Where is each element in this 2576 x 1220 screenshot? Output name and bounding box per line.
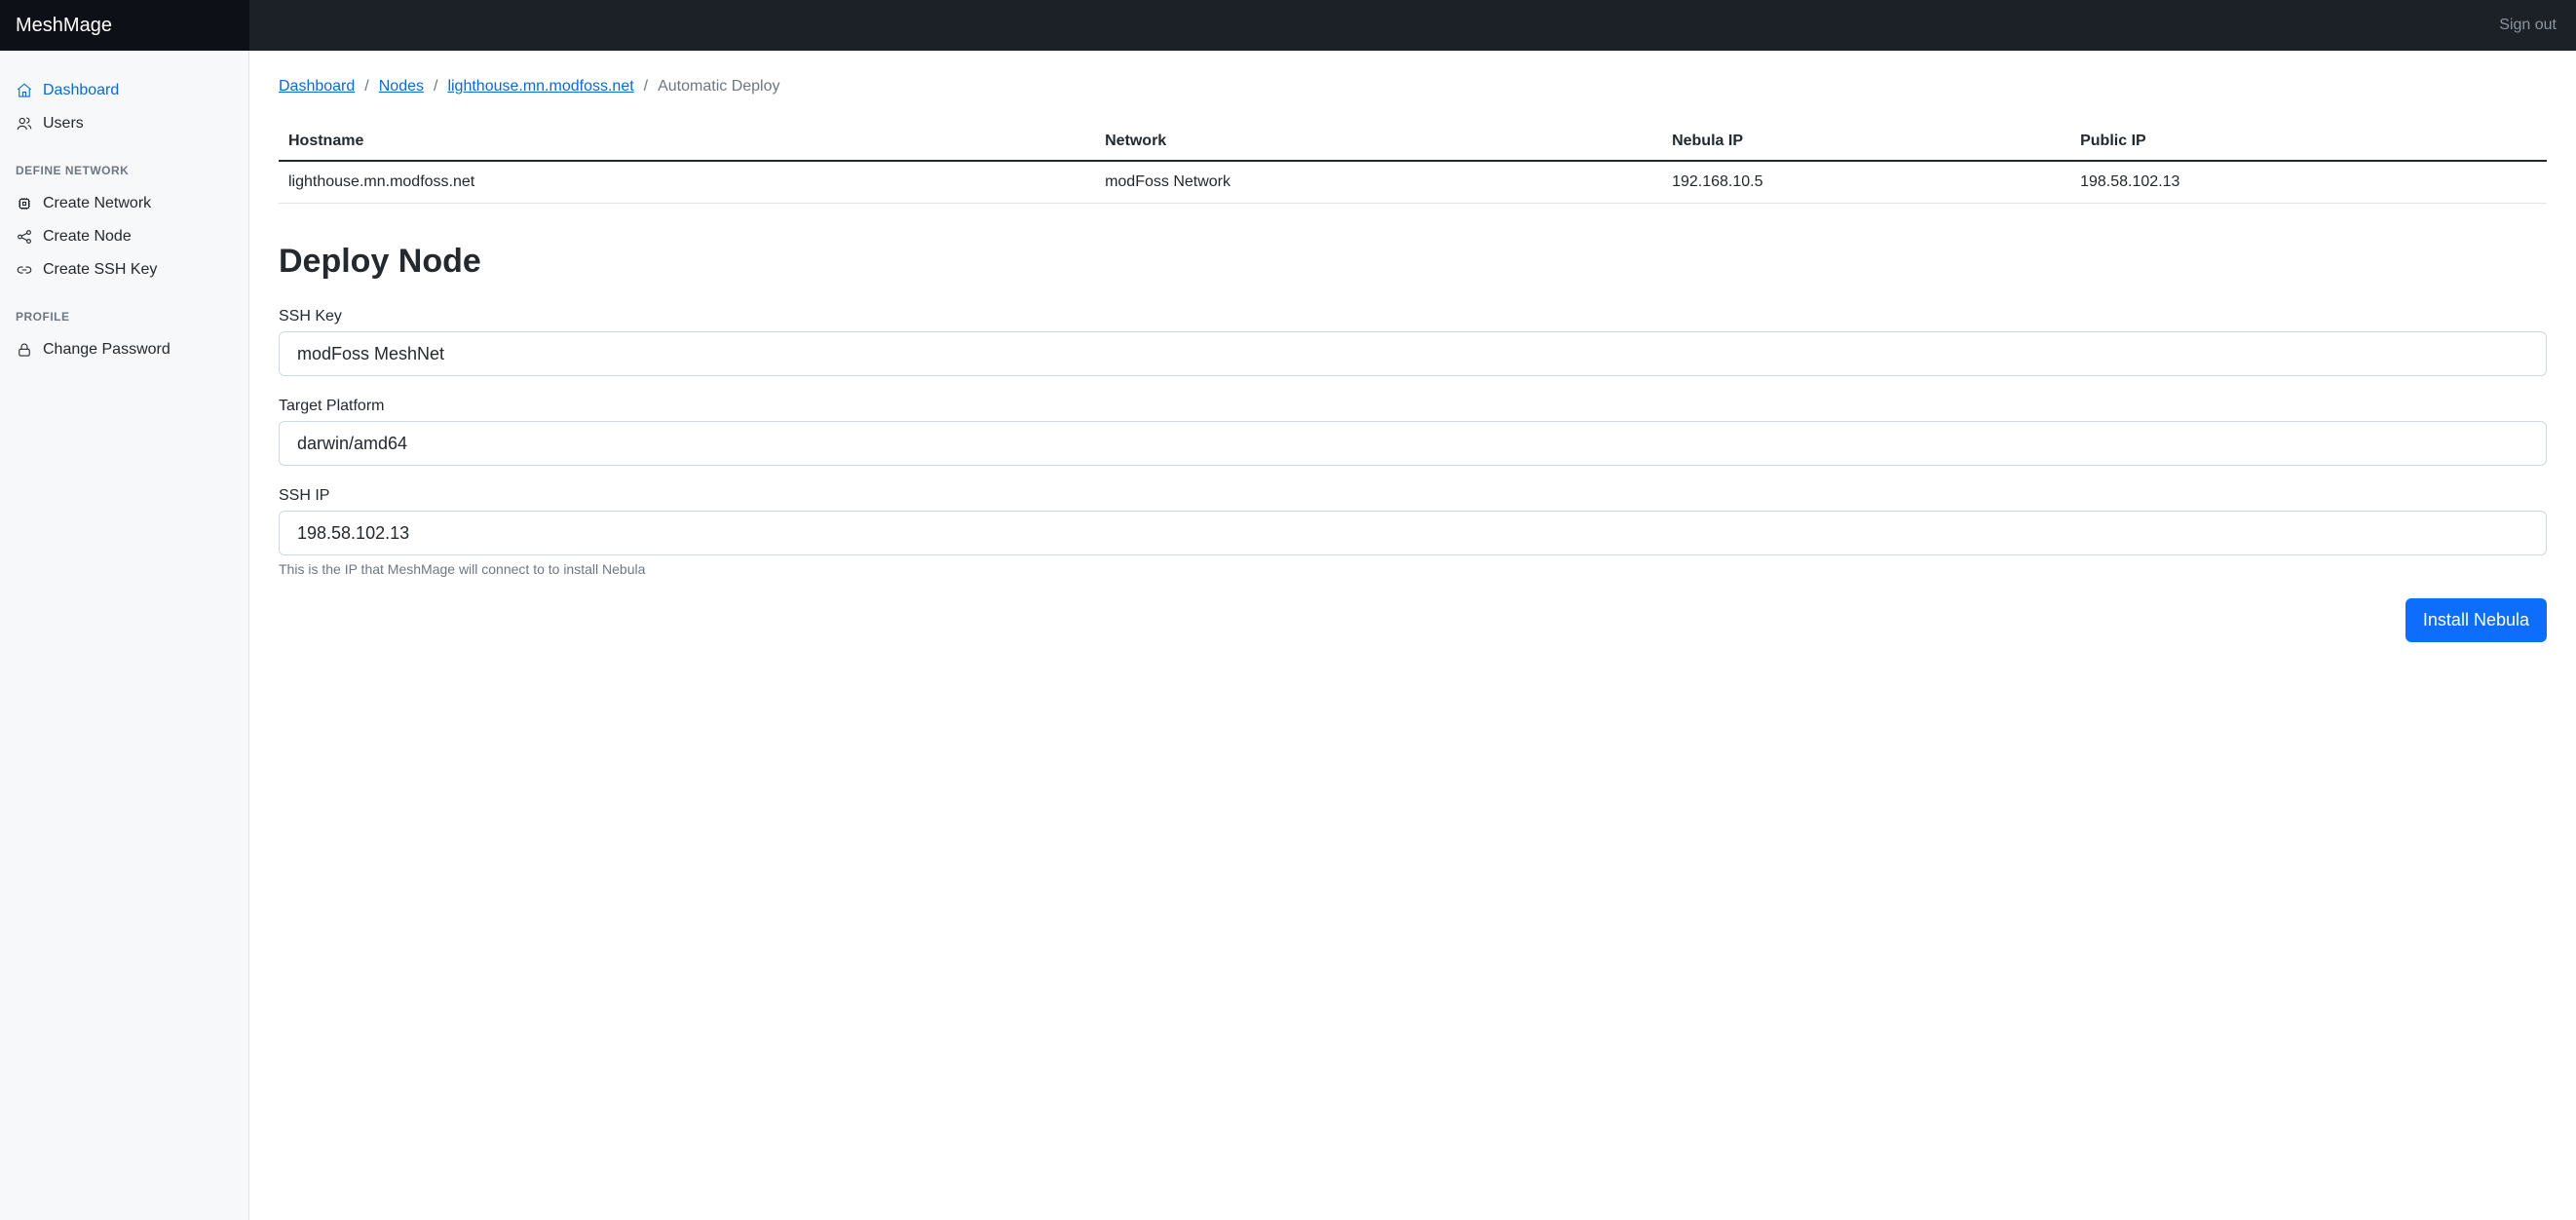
deploy-form: SSH Key modFoss MeshNet Target Platform …: [279, 308, 2547, 642]
ssh-key-label: SSH Key: [279, 308, 2547, 325]
breadcrumb-node-host[interactable]: lighthouse.mn.modfoss.net: [447, 78, 633, 95]
breadcrumb-nodes[interactable]: Nodes: [379, 78, 424, 95]
sidebar-item-create-node[interactable]: Create Node: [0, 220, 248, 253]
platform-select[interactable]: darwin/amd64: [279, 421, 2547, 466]
td-network: modFoss Network: [1095, 161, 1662, 204]
sidebar-item-create-ssh-key[interactable]: Create SSH Key: [0, 253, 248, 286]
ssh-ip-input[interactable]: [279, 511, 2547, 555]
breadcrumb-sep: /: [364, 78, 368, 95]
th-hostname: Hostname: [279, 123, 1095, 161]
ssh-ip-help: This is the IP that MeshMage will connec…: [279, 561, 2547, 577]
ssh-key-select[interactable]: modFoss MeshNet: [279, 331, 2547, 376]
home-icon: [16, 82, 33, 99]
install-nebula-button[interactable]: Install Nebula: [2406, 598, 2547, 642]
signout-link[interactable]: Sign out: [2499, 17, 2557, 34]
sidebar-item-label: Dashboard: [43, 82, 119, 99]
sidebar: Dashboard Users DEFINE NETWORK Create Ne…: [0, 51, 249, 1220]
th-network: Network: [1095, 123, 1662, 161]
sidebar-section-profile: PROFILE: [0, 286, 248, 333]
sidebar-item-label: Create Node: [43, 228, 132, 246]
breadcrumb: Dashboard / Nodes / lighthouse.mn.modfos…: [279, 78, 2547, 95]
link-icon: [16, 261, 33, 279]
ssh-ip-label: SSH IP: [279, 487, 2547, 505]
users-icon: [16, 115, 33, 133]
platform-label: Target Platform: [279, 398, 2547, 415]
sidebar-item-label: Users: [43, 115, 84, 133]
topbar: MeshMage Sign out: [0, 0, 2576, 51]
sidebar-item-create-network[interactable]: Create Network: [0, 187, 248, 220]
table-header-row: Hostname Network Nebula IP Public IP: [279, 123, 2547, 161]
main-content: Dashboard / Nodes / lighthouse.mn.modfos…: [249, 51, 2576, 1220]
breadcrumb-sep: /: [644, 78, 648, 95]
sidebar-item-dashboard[interactable]: Dashboard: [0, 74, 248, 107]
sidebar-item-change-password[interactable]: Change Password: [0, 333, 248, 366]
th-public-ip: Public IP: [2070, 123, 2547, 161]
brand-name: MeshMage: [16, 15, 112, 37]
td-public-ip: 198.58.102.13: [2070, 161, 2547, 204]
chip-icon: [16, 195, 33, 212]
th-nebula-ip: Nebula IP: [1662, 123, 2070, 161]
lock-icon: [16, 341, 33, 359]
node-info-table: Hostname Network Nebula IP Public IP lig…: [279, 123, 2547, 204]
breadcrumb-sep: /: [434, 78, 437, 95]
share-icon: [16, 228, 33, 246]
breadcrumb-current: Automatic Deploy: [658, 78, 779, 95]
breadcrumb-dashboard[interactable]: Dashboard: [279, 78, 355, 95]
td-nebula-ip: 192.168.10.5: [1662, 161, 2070, 204]
table-row: lighthouse.mn.modfoss.net modFoss Networ…: [279, 161, 2547, 204]
sidebar-item-users[interactable]: Users: [0, 107, 248, 140]
sidebar-item-label: Create SSH Key: [43, 261, 157, 279]
sidebar-section-define: DEFINE NETWORK: [0, 140, 248, 187]
page-title: Deploy Node: [279, 243, 2547, 281]
sidebar-item-label: Create Network: [43, 195, 151, 212]
td-hostname: lighthouse.mn.modfoss.net: [279, 161, 1095, 204]
sidebar-item-label: Change Password: [43, 341, 170, 359]
topbar-brand-area: MeshMage: [0, 0, 249, 51]
